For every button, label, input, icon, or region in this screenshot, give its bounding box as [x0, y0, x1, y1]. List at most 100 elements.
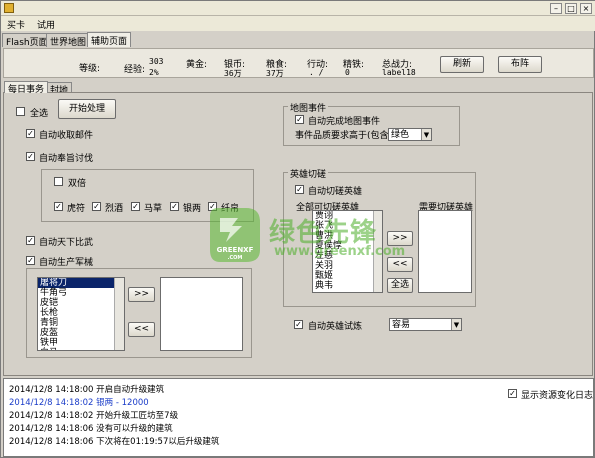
log-time: 2014/12/8 14:18:06 [9, 437, 97, 447]
show-changes-label: 显示资源变化日志 [521, 391, 594, 401]
map-event-title: 地图事件 [288, 101, 329, 114]
tab-daily-tasks[interactable]: 每日事务 [4, 81, 49, 95]
produce-move-right-button[interactable]: >> [128, 287, 155, 302]
menu-bar: 买卡 试用 [1, 16, 595, 31]
watermark-logo-sub: .COM [228, 255, 243, 261]
double-label: 双倍 [68, 179, 87, 189]
log-lines: 2014/12/8 14:18:00 开启自动升级建筑 2014/12/8 14:… [3, 378, 503, 457]
list-item[interactable]: 皮铠 [38, 298, 114, 308]
log-time: 2014/12/8 14:18:02 [9, 411, 97, 421]
menu-trial[interactable]: 试用 [37, 18, 55, 31]
hero-spar-title: 英雄切磋 [288, 167, 329, 180]
exp-value: 303 [149, 57, 164, 66]
list-item[interactable]: 牛角弓 [38, 288, 114, 298]
auto-compete-label: 自动天下比武 [39, 238, 94, 248]
title-bar: – □ × [1, 1, 595, 16]
tab-world-map[interactable]: 世界地图 [46, 33, 91, 48]
log-line: 2014/12/8 14:18:06 没有可以升级的建筑 [9, 422, 173, 434]
refined-iron-value: 0 [345, 68, 350, 77]
auto-campaign-label: 自动奉旨讨伐 [39, 154, 94, 164]
close-button[interactable]: × [580, 3, 592, 14]
refresh-button[interactable]: 刷新 [440, 56, 484, 73]
auto-map-event-checkbox[interactable]: ✓ [295, 115, 304, 124]
list-item[interactable]: 白马 [38, 348, 114, 350]
quality-label: 事件品质要求高于(包含) [295, 131, 393, 141]
trial-difficulty-select[interactable]: 容易 ▼ [389, 318, 462, 331]
trial-difficulty-value: 容易 [392, 320, 411, 330]
list-item[interactable]: 青铜 [38, 318, 114, 328]
produce-list-scrollbar[interactable] [114, 278, 124, 350]
chevron-down-icon[interactable]: ▼ [421, 129, 431, 140]
produce-group: 屠将刀 牛角弓 皮铠 长枪 青铜 皮盔 铁甲 白马 >> << [26, 268, 252, 358]
liquor-label: 烈酒 [105, 204, 124, 214]
show-changes-checkbox[interactable]: ✓ [508, 389, 517, 398]
tiger-label: 虎符 [67, 204, 86, 214]
horse-grass-label: 马草 [144, 204, 163, 214]
log-line: 2014/12/8 14:18:02 开始升级工匠坊至7级 [9, 409, 178, 421]
menu-buy-card[interactable]: 买卡 [7, 18, 25, 31]
log-time: 2014/12/8 14:18:06 [9, 424, 97, 434]
liquor-checkbox[interactable]: ✓ [92, 202, 101, 211]
food-value: 37万 [266, 69, 284, 78]
maximize-button[interactable]: □ [565, 3, 577, 14]
auto-trial-label: 自动英雄试炼 [308, 322, 363, 332]
log-line: 2014/12/8 14:18:02 银两 - 12000 [9, 396, 149, 408]
list-item[interactable]: 铁甲 [38, 338, 114, 348]
log-line: 2014/12/8 14:18:06 下次将在01:19:57以后升级建筑 [9, 435, 219, 447]
horse-grass-checkbox[interactable]: ✓ [131, 202, 140, 211]
log-message: 开启自动升级建筑 [96, 385, 165, 395]
tab-flash-page[interactable]: Flash页面 [2, 33, 52, 48]
deploy-button[interactable]: 布阵 [498, 56, 542, 73]
select-all-label: 全选 [30, 109, 49, 119]
quality-value: 绿色 [391, 130, 410, 140]
level-label: 等级: [79, 64, 101, 74]
log-message: 没有可以升级的建筑 [96, 424, 173, 434]
log-message: 开始升级工匠坊至7级 [96, 411, 179, 421]
hero-move-left-button[interactable]: << [387, 257, 413, 272]
list-item[interactable]: 皮盔 [38, 328, 114, 338]
need-heroes-list[interactable] [418, 210, 472, 293]
quality-select[interactable]: 绿色 ▼ [388, 128, 432, 141]
auto-map-event-label: 自动完成地图事件 [308, 117, 381, 127]
app-window: – □ × 买卡 试用 Flash页面 世界地图 辅助页面 等级: 经验: 30… [0, 0, 595, 458]
watermark-logo-text: GREENXF [217, 246, 254, 254]
tiger-checkbox[interactable]: ✓ [54, 202, 63, 211]
log-time: 2014/12/8 14:18:02 [9, 398, 97, 408]
auto-produce-checkbox[interactable]: ✓ [26, 256, 35, 265]
tab-assist-page[interactable]: 辅助页面 [87, 32, 132, 47]
produce-move-left-button[interactable]: << [128, 322, 155, 337]
watermark-url: www.greenxf.com [274, 244, 406, 259]
auto-spar-checkbox[interactable]: ✓ [295, 185, 304, 194]
app-icon [4, 3, 14, 13]
status-strip: 等级: 经验: 303 2% 黄金: 银币: 36万 粮食: 37万 行动: .… [3, 48, 594, 78]
auto-spar-label: 自动切磋英雄 [308, 187, 363, 197]
list-item[interactable]: 关羽 [313, 261, 373, 271]
list-item[interactable]: 屠将刀 [38, 278, 114, 288]
yellow-label: 黄金: [186, 60, 208, 70]
log-message: 银两 - 12000 [96, 398, 149, 408]
auto-mail-checkbox[interactable]: ✓ [26, 129, 35, 138]
auto-mail-label: 自动收取邮件 [39, 131, 94, 141]
list-item[interactable]: 长枪 [38, 308, 114, 318]
auto-trial-checkbox[interactable]: ✓ [294, 320, 303, 329]
greenxf-logo-icon: GREENXF .COM [210, 208, 260, 262]
exp-label: 经验: [124, 65, 146, 75]
exp-percent: 2% [149, 68, 159, 77]
auto-campaign-checkbox[interactable]: ✓ [26, 152, 35, 161]
double-checkbox[interactable] [54, 177, 63, 186]
log-message: 下次将在01:19:57以后升级建筑 [96, 437, 220, 447]
chevron-down-icon[interactable]: ▼ [451, 319, 461, 330]
minimize-button[interactable]: – [550, 3, 562, 14]
silver-value: 36万 [224, 69, 242, 78]
start-process-button[interactable]: 开始处理 [58, 99, 116, 119]
select-all-checkbox[interactable] [16, 107, 25, 116]
silver-ticket-checkbox[interactable]: ✓ [170, 202, 179, 211]
produce-selected-list[interactable] [160, 277, 243, 351]
map-event-group: 地图事件 ✓ 自动完成地图事件 事件品质要求高于(包含) 绿色 ▼ [283, 101, 460, 146]
power-value: label18 [382, 68, 416, 77]
list-item[interactable]: 甄姬 [313, 271, 373, 281]
list-item[interactable]: 典韦 [313, 281, 373, 291]
produce-list[interactable]: 屠将刀 牛角弓 皮铠 长枪 青铜 皮盔 铁甲 白马 [37, 277, 125, 351]
hero-select-all-button[interactable]: 全选 [387, 278, 413, 293]
auto-compete-checkbox[interactable]: ✓ [26, 236, 35, 245]
